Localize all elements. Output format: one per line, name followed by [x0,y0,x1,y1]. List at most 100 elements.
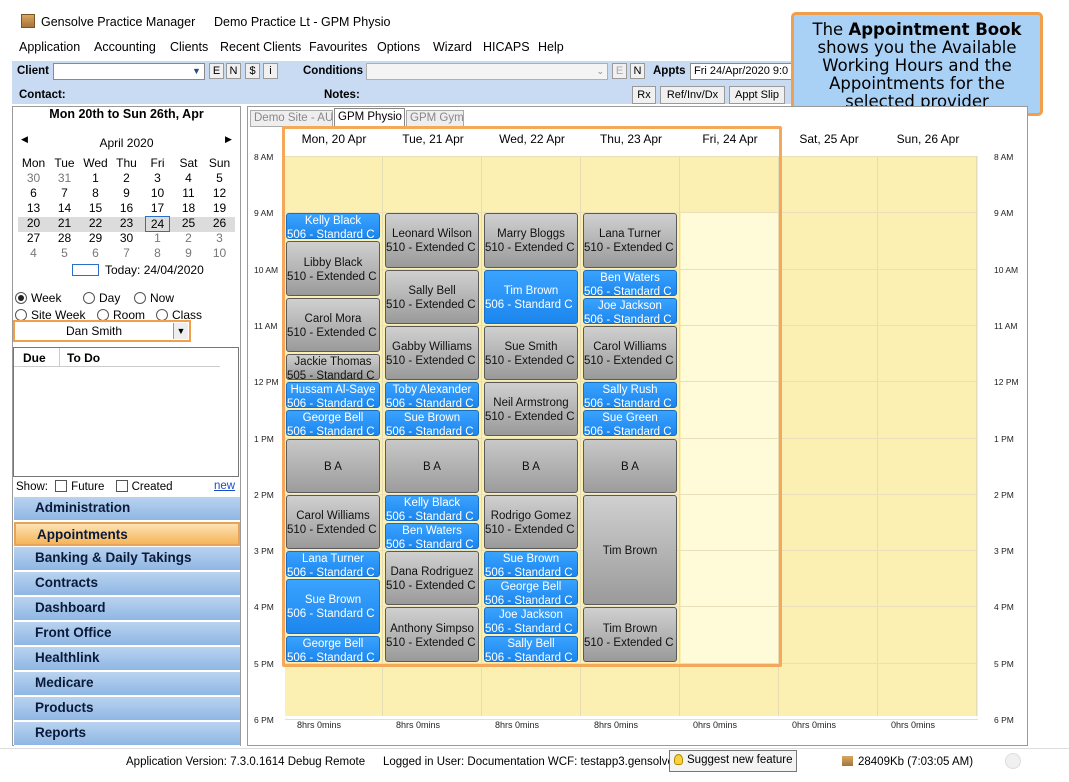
calendar-day[interactable]: 10 [142,186,173,200]
appointment[interactable]: Joe Jackson 506 - Standard C [484,607,578,634]
appointment[interactable]: Anthony Simpso 510 - Extended C [385,607,479,662]
calendar-day[interactable]: 31 [49,171,80,185]
calendar-day[interactable]: 4 [18,246,49,260]
appointment[interactable]: Toby Alexander 506 - Standard C [385,382,479,409]
menu-clients[interactable]: Clients [170,40,208,54]
future-checkbox[interactable] [55,480,68,492]
nav-banking-daily-takings[interactable]: Banking & Daily Takings [14,547,240,571]
client-combo[interactable]: ▼ [53,63,205,80]
today-label[interactable]: Today: 24/04/2020 [105,263,204,277]
calendar-day[interactable]: 13 [18,201,49,215]
menu-application[interactable]: Application [19,40,80,54]
calendar-day[interactable]: 26 [204,216,235,230]
calendar-day[interactable]: 9 [173,246,204,260]
calendar-day[interactable]: 3 [142,171,173,185]
day-column[interactable] [780,156,878,716]
tab-gpm-physio[interactable]: GPM Physio [334,108,405,127]
menu-options[interactable]: Options [377,40,420,54]
calendar-day[interactable]: 27 [18,231,49,245]
day-header[interactable]: Wed, 22 Apr [483,132,581,146]
appointment[interactable]: B A [286,438,380,493]
calendar-day[interactable]: 11 [173,186,204,200]
menu-recent-clients[interactable]: Recent Clients [220,40,301,54]
appt-slip-button[interactable]: Appt Slip [729,86,785,104]
appointment[interactable]: Tim Brown 510 - Extended C [583,607,677,662]
calendar-day[interactable]: 12 [204,186,235,200]
client-edit-button[interactable]: E [209,63,224,79]
appointment[interactable]: Carol Mora 510 - Extended C [286,297,380,353]
day-header[interactable]: Sat, 25 Apr [780,132,878,146]
condition-edit-button[interactable]: E [612,63,627,79]
calendar-day[interactable]: 1 [80,171,111,185]
appointment[interactable]: B A [484,438,578,493]
calendar-day[interactable]: 5 [49,246,80,260]
nav-products[interactable]: Products [14,697,240,721]
appointment[interactable]: Leonard Wilson 510 - Extended C [385,213,479,268]
appointment[interactable]: Kelly Black 506 - Standard C [286,213,380,240]
nav-medicare[interactable]: Medicare [14,672,240,696]
appointment[interactable]: B A [385,438,479,493]
calendar-day[interactable]: 8 [80,186,111,200]
appointment[interactable]: Sue Brown 506 - Standard C [484,551,578,578]
day-header[interactable]: Sun, 26 Apr [879,132,977,146]
radio-icon[interactable] [134,292,146,304]
nav-front-office[interactable]: Front Office [14,622,240,646]
calendar-day[interactable]: 10 [204,246,235,260]
radio-icon[interactable] [83,292,95,304]
rx-button[interactable]: Rx [632,86,656,104]
calendar-day[interactable]: 30 [111,231,142,245]
appointment[interactable]: Rodrigo Gomez 510 - Extended C [484,494,578,550]
calendar-day[interactable]: 29 [80,231,111,245]
calendar-day[interactable]: 24 [145,216,170,232]
menu-wizard[interactable]: Wizard [433,40,472,54]
new-link[interactable]: new [214,480,235,492]
calendar-day[interactable]: 30 [18,171,49,185]
appointment[interactable]: Marry Bloggs 510 - Extended C [484,213,578,268]
nav-appointments[interactable]: Appointments [14,522,240,546]
appointment[interactable]: Tim Brown 506 - Standard C [484,269,578,324]
calendar-day[interactable]: 17 [142,201,173,215]
appointment[interactable]: Neil Armstrong 510 - Extended C [484,382,578,437]
appointment[interactable]: Sue Brown 506 - Standard C [385,410,479,437]
radio-icon[interactable] [15,292,27,304]
view-day-option[interactable]: Day [83,290,120,307]
client-new-button[interactable]: N [226,63,241,79]
menu-favourites[interactable]: Favourites [309,40,367,54]
appointment[interactable]: George Bell 506 - Standard C [286,410,380,437]
day-header[interactable]: Mon, 20 Apr [285,132,383,146]
calendar-day[interactable]: 7 [49,186,80,200]
appointment[interactable]: Sue Green 506 - Standard C [583,410,677,437]
appointment[interactable]: Hussam Al-Saye 506 - Standard C [286,382,380,409]
calendar-day[interactable]: 6 [80,246,111,260]
calendar-day[interactable]: 2 [173,231,204,245]
nav-administration[interactable]: Administration [14,497,240,521]
calendar-day[interactable]: 9 [111,186,142,200]
calendar-day[interactable]: 25 [173,216,204,230]
appointment[interactable]: Ben Waters 506 - Standard C [583,269,677,296]
calendar-day[interactable]: 28 [49,231,80,245]
next-month-icon[interactable]: ▶ [225,134,232,145]
calendar-day[interactable]: 4 [173,171,204,185]
appointment[interactable]: George Bell 506 - Standard C [484,579,578,606]
ref-inv-dx-button[interactable]: Ref/Inv/Dx [660,86,725,104]
appointment[interactable]: Tim Brown [583,494,677,606]
calendar-day[interactable]: 21 [49,216,80,230]
calendar-day[interactable]: 3 [204,231,235,245]
provider-select[interactable]: Dan Smith ▼ [13,320,191,342]
condition-new-button[interactable]: N [630,63,645,79]
calendar-day[interactable]: 8 [142,246,173,260]
calendar-day[interactable]: 22 [80,216,111,230]
appointment[interactable]: Sally Rush 506 - Standard C [583,382,677,409]
client-billing-button[interactable]: $ [245,63,260,79]
appointment[interactable]: Sue Smith 510 - Extended C [484,325,578,381]
nav-reports[interactable]: Reports [14,722,240,746]
created-checkbox[interactable] [115,480,128,492]
calendar-day[interactable]: 20 [18,216,49,230]
appts-field[interactable]: Fri 24/Apr/2020 9:0 [690,63,794,80]
appointment[interactable]: Lana Turner 510 - Extended C [583,213,677,268]
appointment[interactable]: Ben Waters 506 - Standard C [385,522,479,550]
tab-gpm-gym[interactable]: GPM Gym [406,110,464,127]
client-info-button[interactable]: i [263,63,278,79]
chevron-down-icon[interactable]: ▼ [190,64,203,79]
appointment[interactable]: Sue Brown 506 - Standard C [286,579,380,634]
